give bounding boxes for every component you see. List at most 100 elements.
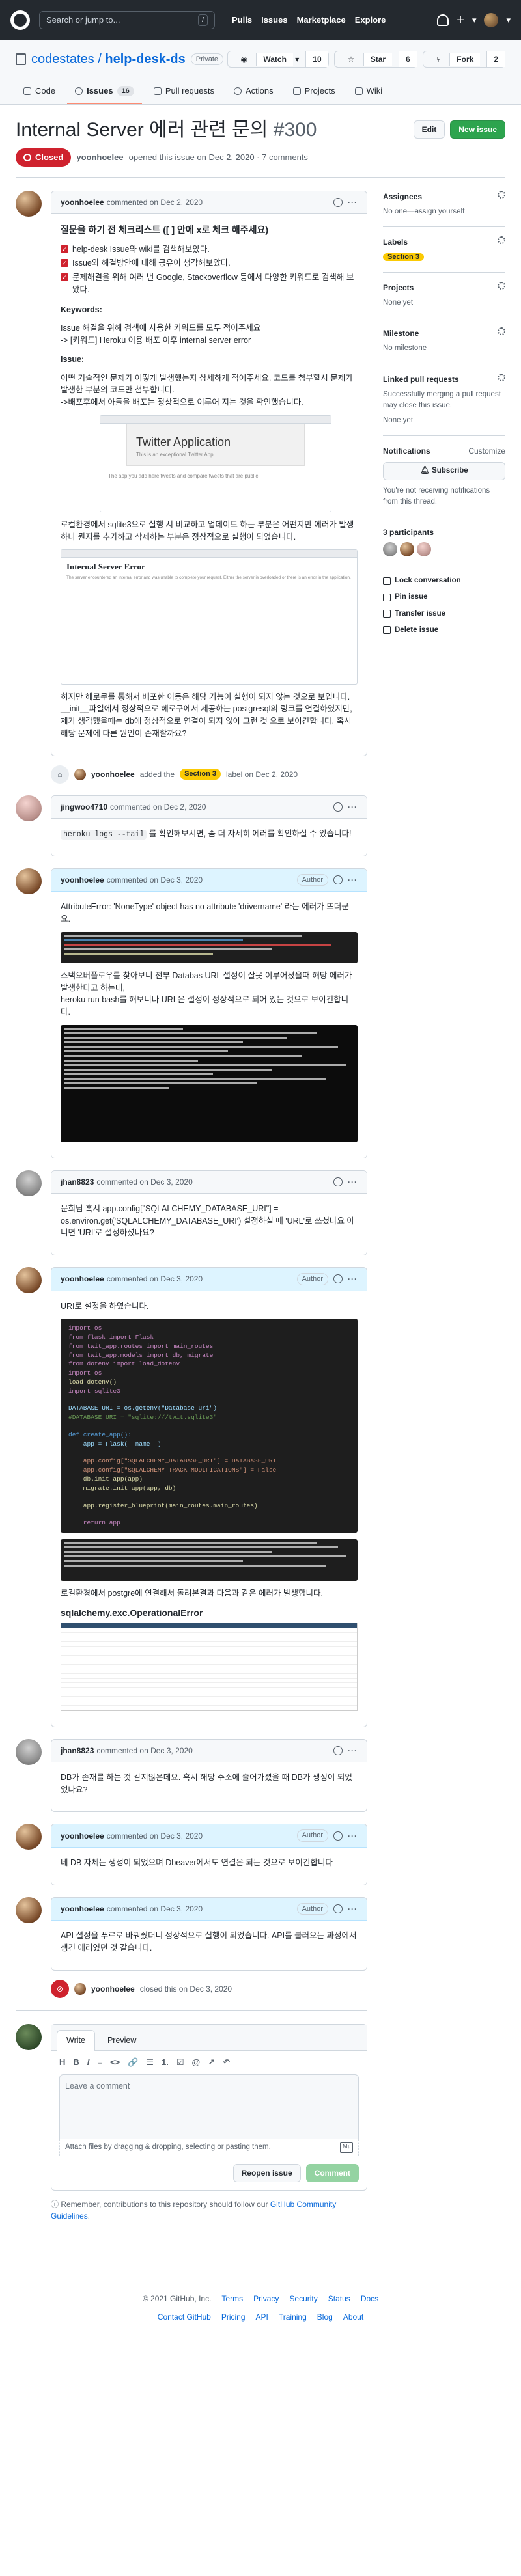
nav-pulls[interactable]: Pulls — [232, 14, 252, 27]
screenshot-code-editor[interactable]: import os from flask import Flask from t… — [61, 1319, 358, 1533]
tab-issues[interactable]: Issues 16 — [67, 79, 142, 104]
footer-link[interactable]: Training — [279, 2311, 307, 2323]
avatar[interactable] — [417, 542, 431, 556]
fork-count[interactable]: 2 — [486, 51, 505, 67]
subscribe-button[interactable]: 🔔︎ Subscribe — [383, 462, 505, 480]
avatar[interactable] — [383, 542, 397, 556]
avatar[interactable] — [16, 795, 42, 821]
plus-icon[interactable]: + — [457, 10, 464, 30]
tab-projects[interactable]: Projects — [285, 79, 343, 104]
kebab-menu-icon[interactable]: ··· — [348, 1830, 358, 1842]
smiley-icon[interactable] — [333, 802, 343, 812]
delete-issue-action[interactable]: Delete issue — [383, 625, 505, 636]
tab-write[interactable]: Write — [57, 2029, 95, 2051]
tab-preview[interactable]: Preview — [98, 2030, 146, 2051]
mention-icon[interactable]: @ — [192, 2056, 201, 2069]
saved-reply-icon[interactable]: ↶ — [223, 2056, 230, 2069]
assignees-text[interactable]: No one—assign yourself — [383, 206, 505, 217]
smiley-icon[interactable] — [333, 1831, 343, 1841]
kebab-menu-icon[interactable]: ··· — [348, 197, 358, 208]
attach-files-bar[interactable]: Attach files by dragging & dropping, sel… — [59, 2139, 359, 2157]
avatar[interactable] — [74, 768, 86, 780]
kebab-menu-icon[interactable]: ··· — [348, 1273, 358, 1285]
assignees-title[interactable]: Assignees — [383, 191, 422, 202]
nav-marketplace[interactable]: Marketplace — [297, 14, 346, 27]
comment-button[interactable]: Comment — [305, 2164, 359, 2183]
quote-icon[interactable]: ≡ — [97, 2056, 102, 2069]
code-icon[interactable]: <> — [110, 2056, 120, 2069]
kebab-menu-icon[interactable]: ··· — [348, 801, 358, 813]
avatar[interactable] — [16, 1897, 42, 1923]
checkbox-checked-icon[interactable]: ✓ — [61, 245, 68, 253]
comment-textarea[interactable]: Leave a comment — [59, 2074, 359, 2139]
tab-pull-requests[interactable]: Pull requests — [146, 79, 222, 104]
footer-link[interactable]: Privacy — [253, 2293, 279, 2305]
avatar[interactable] — [16, 190, 42, 217]
nav-explore[interactable]: Explore — [355, 14, 386, 27]
kebab-menu-icon[interactable]: ··· — [348, 1745, 358, 1757]
numbered-list-icon[interactable]: 1. — [162, 2056, 169, 2069]
user-avatar[interactable] — [484, 13, 499, 27]
screenshot-twitter-app[interactable]: Twitter Application This is an exception… — [100, 415, 331, 512]
smiley-icon[interactable] — [333, 1746, 343, 1755]
lock-conversation-action[interactable]: Lock conversation — [383, 575, 505, 586]
comment-author[interactable]: jhan8823 — [61, 1745, 94, 1757]
avatar[interactable] — [16, 2023, 42, 2050]
footer-link[interactable]: Terms — [221, 2293, 243, 2305]
chevron-down-icon[interactable]: ▾ — [472, 14, 477, 27]
avatar[interactable] — [16, 868, 42, 894]
kebab-menu-icon[interactable]: ··· — [348, 1903, 358, 1915]
screenshot-heroku-bash[interactable] — [61, 1024, 358, 1142]
footer-link[interactable]: API — [256, 2311, 268, 2323]
checkbox-checked-icon[interactable]: ✓ — [61, 259, 68, 267]
repo-owner-link[interactable]: codestates — [31, 52, 94, 66]
watch-button[interactable]: ◉ Watch ▾ 10 — [227, 51, 329, 68]
label-badge[interactable]: Section 3 — [383, 253, 424, 261]
repo-name-link[interactable]: help-desk-ds — [105, 52, 185, 66]
event-actor[interactable]: yoonhoelee — [91, 769, 135, 780]
pin-issue-action[interactable]: Pin issue — [383, 592, 505, 603]
gear-icon[interactable] — [498, 327, 505, 336]
heading-icon[interactable]: H — [59, 2056, 65, 2069]
cross-reference-icon[interactable]: ↗ — [208, 2056, 215, 2069]
comment-time[interactable]: commented on Dec 3, 2020 — [107, 1903, 203, 1915]
transfer-issue-action[interactable]: Transfer issue — [383, 609, 505, 620]
gear-icon[interactable] — [498, 373, 505, 381]
nav-issues[interactable]: Issues — [261, 14, 287, 27]
gear-icon[interactable] — [498, 236, 505, 244]
screenshot-terminal-error[interactable] — [61, 931, 358, 963]
screenshot-traceback[interactable] — [61, 1622, 358, 1711]
comment-time[interactable]: commented on Dec 3, 2020 — [96, 1745, 192, 1757]
gear-icon[interactable] — [498, 190, 505, 199]
projects-title[interactable]: Projects — [383, 282, 414, 294]
linked-title[interactable]: Linked pull requests — [383, 374, 459, 385]
gear-icon[interactable] — [498, 282, 505, 290]
comment-author[interactable]: jingwoo4710 — [61, 801, 107, 813]
edit-button[interactable]: Edit — [413, 120, 445, 139]
new-issue-button[interactable]: New issue — [450, 120, 505, 139]
italic-icon[interactable]: I — [87, 2056, 90, 2069]
customize-link[interactable]: Customize — [468, 445, 505, 457]
watch-count[interactable]: 10 — [305, 51, 328, 67]
reopen-issue-button[interactable]: Reopen issue — [232, 2164, 301, 2183]
footer-link[interactable]: Blog — [317, 2311, 333, 2323]
avatar[interactable] — [16, 1824, 42, 1850]
comment-author[interactable]: yoonhoelee — [61, 874, 104, 886]
link-icon[interactable]: 🔗 — [128, 2056, 138, 2069]
footer-link[interactable]: Pricing — [221, 2311, 246, 2323]
tab-actions[interactable]: Actions — [226, 79, 281, 104]
bulleted-list-icon[interactable]: ☰ — [146, 2056, 154, 2069]
task-list-icon[interactable]: ☑ — [176, 2056, 184, 2069]
github-logo-icon[interactable] — [10, 10, 30, 30]
avatar[interactable] — [74, 1982, 86, 1995]
star-button[interactable]: ☆ Star 6 — [333, 51, 417, 68]
comment-time[interactable]: commented on Dec 3, 2020 — [107, 874, 203, 886]
tab-code[interactable]: Code — [16, 79, 63, 104]
smiley-icon[interactable] — [333, 1177, 343, 1186]
avatar[interactable] — [16, 1738, 42, 1765]
search-input[interactable]: Search or jump to... / — [39, 11, 215, 29]
footer-link[interactable]: Status — [328, 2293, 350, 2305]
screenshot-terminal-env[interactable] — [61, 1539, 358, 1582]
comment-author[interactable]: yoonhoelee — [61, 197, 104, 208]
milestone-title[interactable]: Milestone — [383, 327, 419, 339]
